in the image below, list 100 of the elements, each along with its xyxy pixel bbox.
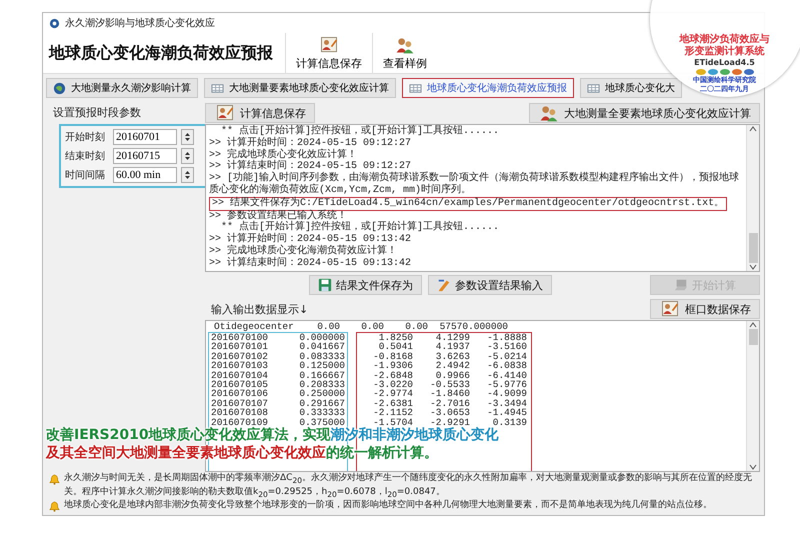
table-icon [409,82,422,94]
header-cell-text: 0.00 [360,322,384,332]
table-cell-text: 0.208333 [298,380,345,390]
group-title: 设置预报时段参数 [53,105,142,120]
table-cell-text: 2016070108 [211,408,270,418]
tab[interactable]: 地球质心变化海潮负荷效应预报 [402,78,574,98]
table-icon [211,82,224,94]
table-cell-text: 2016070106 [211,389,270,399]
tab[interactable]: 大地测量要素地球质心变化效应计算 [204,78,396,98]
table-cell-text: 0.041667 [298,342,345,352]
pencil-icon [437,278,451,292]
table-cell-text: -5.9776 [486,380,527,390]
app-icon [49,18,60,28]
table-cell-text: -2.9291 [430,418,470,427]
table-cell-text: 0.5041 [378,342,413,352]
spin-field[interactable]: 60.00 min [113,167,177,183]
table-cell-text: 0.166667 [298,370,345,380]
logo-title: 形变监测计算系统 [684,46,764,58]
window-title: 永久潮汐影响与地球质心变化效应 [65,16,215,30]
logo-icon [694,68,754,76]
log-line: >> 计算开始时间：2024-05-15 09:13:42 [209,234,412,246]
table-cell-text: 2016070109 [211,418,268,427]
header-cell-text: Otidegeocenter [214,322,295,332]
log-line: >> 参数设置结果已输入系统！ [209,210,348,222]
header-cell-text: 0.00 [404,322,428,332]
bell-icon [49,474,60,486]
tab[interactable]: 大地测量永久潮汐影响计算 [46,78,198,98]
table-cell-text: -2.1152 [372,408,413,418]
table-cell-text: -3.5160 [486,342,527,352]
table-cell-text: -3.0653 [429,408,470,418]
table-cell-text: -4.9099 [486,389,527,399]
table-cell-text: -2.7016 [429,398,470,408]
action-button[interactable]: 参数设置结果输入 [428,275,552,295]
table-cell-text: 0.000000 [298,333,345,342]
header-cell-text: 0.00 [316,322,340,332]
table-cell-text: 4.1937 [434,342,470,352]
table-cell-text: 0.125000 [298,361,345,371]
table-cell-text: 0.250000 [298,389,345,399]
scrollbar[interactable] [746,125,759,271]
table-cell-text: -0.8168 [372,352,413,362]
table-cell-text: -2.6848 [372,370,413,380]
spin-button[interactable] [181,167,194,183]
scroll-up-icon[interactable] [749,321,757,329]
person-document-icon [659,299,681,319]
table-cell-text: 2016070105 [211,380,270,390]
product-name: ETideLoad4.5 [694,58,755,68]
table-icon [587,82,600,94]
table-cell-text: 2016070101 [211,342,270,352]
scroll-down-icon[interactable] [749,463,757,472]
save-data-button[interactable]: 框口数据保存 [650,299,760,319]
globe-icon [53,82,66,94]
table-cell-text: -1.9306 [372,361,413,371]
log-line: >> [功能]输入时间序列参数，由海潮负荷球谐系数一阶项文件（海潮负荷球谐系数模型构建程序输出文件），预报地球质心变化的海潮负荷效应(Xcm,Ycm,Zcm, mm)时间序列。 [209,173,740,196]
table-cell-text: -6.4140 [486,370,527,380]
person-document-icon [318,35,340,55]
table-cell-text: 0.375000 [298,418,345,427]
toolbar-button[interactable]: 查看样例 [372,33,437,73]
scroll-thumb[interactable] [748,233,758,263]
note-text: 永久潮汐与时间无关，是长周期固体潮中的零频率潮汐ΔC$_{20}$。永久潮汐对地球产生一个随纬度变化的永久性附加扁率，对大地测量观测量或参数的影响与其所在位置的经度无关。程序中计算永久潮汐间接影响的勒夫数取值k$_{20}$=0.29525，h$_{20}$=0.6078，l$_{20}$=0.0847。 [64,473,753,500]
scroll-up-icon[interactable] [749,125,757,133]
scroll-down-icon[interactable] [749,263,757,271]
logo-title: 地球潮汐负荷效应与 [680,34,770,45]
spin-button[interactable] [181,148,194,164]
compute-button[interactable]: 大地测量全要素地球质心变化效应计算 [529,103,760,123]
person-document-icon [214,103,236,123]
field-label: 时间间隔 [65,168,106,182]
table-cell-text: 2016070103 [211,361,270,371]
table-cell-text: 4.1299 [434,333,470,342]
table-cell-text: 0.9966 [436,370,470,380]
scrollbar[interactable] [746,321,759,472]
page-heading: 地球质心变化海潮负荷效应预报 [48,42,274,64]
table-cell-text: -6.0838 [486,361,527,371]
spin-field[interactable]: 20160701 [113,129,177,145]
table-cell-text: 0.3139 [492,418,527,427]
table-cell-text: 1.8250 [378,333,413,342]
table-cell-text: -0.5533 [429,380,470,390]
log-line: >> 计算结束时间：2024-05-15 09:12:27 [209,161,412,172]
section-label: 输入输出数据显示↓ [211,302,308,316]
table-cell-text: -2.6381 [372,398,413,408]
table-cell-text: 3.6263 [434,352,470,362]
log-line: >> 计算结束时间：2024-05-15 09:13:42 [209,258,412,270]
tab[interactable]: 地球质心变化大 [580,78,682,98]
table-cell-text: 2016070100 [211,333,270,342]
toolbar-button[interactable]: 计算信息保存 [285,33,372,73]
log-line: >> 计算开始时间：2024-05-15 09:12:27 [209,138,412,149]
save-log-button[interactable]: 计算信息保存 [205,103,315,123]
log-line: ** 点击[开始计算]控件按钮，或[开始计算]工具按钮...... [220,222,500,234]
spin-field[interactable]: 20160715 [113,148,177,164]
table-cell-text: -5.0214 [486,352,527,362]
header-cell-text: 57570.000000 [438,322,508,332]
table-cell-text: -3.3494 [486,398,527,408]
bell-icon [49,501,60,512]
action-button[interactable]: 结果文件保存为 [309,275,422,295]
note-text: 地球质心变化是地球内部非潮汐负荷变化导致整个地球形变的一阶项，因而影响地球空间中各种几何物理大地测量要素，而不是简单地表现为纯几何量的站点位移。 [64,500,712,512]
field-label: 开始时刻 [65,130,106,144]
scroll-thumb[interactable] [748,329,758,345]
table-cell-text: -1.4945 [486,408,527,418]
spin-button[interactable] [181,129,194,145]
log-line: ** 点击[开始计算]控件按钮，或[开始计算]工具按钮...... [220,126,500,137]
table-cell-text: 2016070104 [211,370,270,380]
